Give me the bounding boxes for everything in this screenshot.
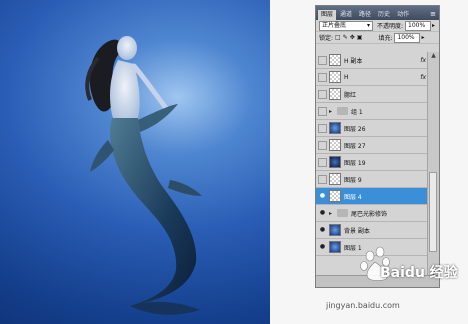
layer-name: H 副本 xyxy=(344,57,363,65)
layer-name: 图层 19 xyxy=(344,159,366,167)
layer-row[interactable]: ● 图层 4 xyxy=(316,188,429,205)
layer-name: 图层 26 xyxy=(344,125,366,133)
lock-move-icon[interactable]: ✥ xyxy=(350,34,355,41)
blend-row: 正片叠底 ▾ 不透明度: 100% ▸ xyxy=(316,20,439,32)
layer-name: 图层 9 xyxy=(344,176,362,184)
layer-name: 图层 4 xyxy=(344,193,362,201)
eye-icon[interactable] xyxy=(318,106,327,116)
folder-icon xyxy=(337,107,348,115)
lock-brush-icon[interactable]: ✎ xyxy=(343,34,348,41)
fill-input[interactable]: 100% xyxy=(394,32,421,43)
layer-thumbnail xyxy=(329,241,341,253)
watermark-brand: Baidu 经验 xyxy=(380,265,458,281)
layer-row[interactable]: Hfx xyxy=(316,69,429,86)
fill-dropdown-icon[interactable]: ▸ xyxy=(421,34,424,41)
chevron-down-icon: ▾ xyxy=(366,21,370,29)
eye-icon[interactable] xyxy=(318,72,327,82)
layer-thumbnail xyxy=(329,139,341,151)
opacity-input[interactable]: 100% xyxy=(405,20,432,31)
opacity-label: 不透明度: xyxy=(377,23,404,30)
layer-thumbnail xyxy=(329,173,341,185)
scroll-up-icon[interactable]: ▲ xyxy=(428,52,439,60)
eye-icon[interactable] xyxy=(318,89,327,99)
panel-tabs: 图层 通道 路径 历史 动作 ≡ xyxy=(316,6,439,20)
tab-actions[interactable]: 动作 xyxy=(394,10,412,20)
layer-name: H xyxy=(344,73,349,81)
layer-thumbnail xyxy=(329,190,341,202)
eye-icon[interactable] xyxy=(318,123,327,133)
lock-row: 锁定: □ ✎ ✥ ▣ 填充: 100% ▸ xyxy=(316,32,439,44)
eye-icon[interactable]: ● xyxy=(318,192,327,201)
fill-label: 填充: xyxy=(378,35,393,42)
tab-history[interactable]: 历史 xyxy=(375,10,393,20)
layer-row[interactable]: ● ▸ 尾巴光影修饰 xyxy=(316,205,429,222)
lock-transparent-icon[interactable]: □ xyxy=(335,34,341,41)
layer-thumbnail xyxy=(329,224,341,236)
eye-icon[interactable]: ● xyxy=(318,209,327,218)
layer-row[interactable]: ▸ 组 1 xyxy=(316,103,429,120)
layer-name: 背景 副本 xyxy=(344,227,370,235)
panel-menu-icon[interactable]: ≡ xyxy=(430,8,436,20)
layer-effects-icon[interactable]: fx xyxy=(420,74,426,81)
scrollbar-thumb[interactable] xyxy=(429,172,437,252)
layer-thumbnail xyxy=(329,88,341,100)
lock-all-icon[interactable]: ▣ xyxy=(357,34,363,41)
eye-icon[interactable] xyxy=(318,55,327,65)
layer-thumbnail xyxy=(329,54,341,66)
layer-row[interactable]: 图层 9 xyxy=(316,171,429,188)
layer-name: 腮红 xyxy=(344,91,357,99)
opacity-dropdown-icon[interactable]: ▸ xyxy=(432,22,435,29)
eye-icon[interactable] xyxy=(318,174,327,184)
layer-row[interactable]: 腮红 xyxy=(316,86,429,103)
layer-row[interactable]: 图层 26 xyxy=(316,120,429,137)
layer-effects-icon[interactable]: fx xyxy=(420,57,426,64)
eye-icon[interactable]: ● xyxy=(318,226,327,235)
layer-thumbnail xyxy=(329,71,341,83)
blend-mode-select[interactable]: 正片叠底 ▾ xyxy=(319,20,373,31)
layer-thumbnail xyxy=(329,122,341,134)
layer-row[interactable]: 图层 27 xyxy=(316,137,429,154)
layer-thumbnail xyxy=(329,156,341,168)
eye-icon[interactable] xyxy=(318,157,327,167)
blend-mode-value: 正片叠底 xyxy=(322,21,347,29)
tab-layers[interactable]: 图层 xyxy=(318,10,337,20)
tab-paths[interactable]: 路径 xyxy=(356,10,374,20)
layer-name: 尾巴光影修饰 xyxy=(351,210,388,218)
lock-label: 锁定: xyxy=(319,35,334,42)
folder-icon xyxy=(337,209,348,217)
layer-name: 图层 27 xyxy=(344,142,366,150)
layer-row[interactable]: 图层 19 xyxy=(316,154,429,171)
eye-icon[interactable] xyxy=(318,140,327,150)
mermaid-artwork xyxy=(85,36,202,315)
layer-row[interactable]: H 副本 fx xyxy=(316,52,429,69)
tab-channels[interactable]: 通道 xyxy=(337,10,355,20)
layer-name: 组 1 xyxy=(351,108,363,116)
triangle-right-icon[interactable]: ▸ xyxy=(329,108,335,115)
eye-icon[interactable]: ● xyxy=(318,243,327,252)
triangle-right-icon[interactable]: ▸ xyxy=(329,210,335,217)
watermark-url: jingyan.baidu.com xyxy=(326,301,400,310)
layer-row[interactable]: ● 背景 副本 xyxy=(316,222,429,239)
